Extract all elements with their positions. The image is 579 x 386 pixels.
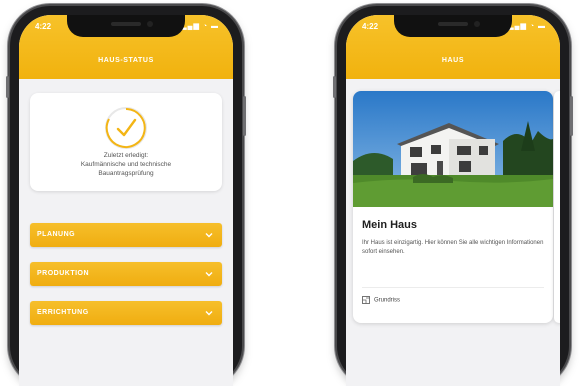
- power-button: [243, 96, 246, 136]
- power-button: [570, 96, 573, 136]
- last-done-label: Zuletzt erledigt:: [103, 152, 149, 159]
- phone-left: 4:22 ▂▄▆ ◔ ▬ HAUS-STATUS Zuletzt erledig…: [6, 6, 246, 386]
- accordion-planung[interactable]: PLANUNG: [30, 223, 222, 247]
- screen-left: 4:22 ▂▄▆ ◔ ▬ HAUS-STATUS Zuletzt erledig…: [19, 15, 233, 386]
- last-done-item-line1: Kaufmännische und technische: [80, 161, 172, 168]
- page-title: HAUS-STATUS: [98, 57, 154, 64]
- status-time: 4:22: [35, 22, 52, 31]
- house-photo: [353, 91, 553, 207]
- card-description: Ihr Haus ist einzigartig. Hier können Si…: [362, 240, 544, 255]
- status-time: 4:22: [362, 22, 379, 31]
- phone-right: 4:22 ▂▄▆ ◔ ▬ HAUS Mein Haus Ihr Haus ist…: [333, 6, 573, 386]
- status-card: Zuletzt erledigt: Kaufmännische und tech…: [30, 93, 222, 191]
- page-title: HAUS: [441, 57, 465, 64]
- screen-right: 4:22 ▂▄▆ ◔ ▬ HAUS Mein Haus Ihr Haus ist…: [346, 15, 560, 386]
- status-icons: ▂▄▆ ◔ ▬: [181, 23, 219, 30]
- floorplan-icon: [362, 296, 370, 304]
- card-title: Mein Haus: [362, 219, 418, 231]
- chevron-down-icon: [205, 233, 213, 238]
- notch: [67, 15, 185, 37]
- accordion-label: PLANUNG: [37, 231, 76, 238]
- floorplan-link[interactable]: Grundriss: [362, 296, 400, 304]
- next-card-peek[interactable]: [554, 91, 560, 323]
- floorplan-link-label: Grundriss: [374, 297, 401, 304]
- chevron-down-icon: [205, 272, 213, 277]
- house-card[interactable]: Mein Haus Ihr Haus ist einzigartig. Hier…: [353, 91, 553, 323]
- volume-button: [333, 76, 336, 98]
- volume-button: [6, 76, 9, 98]
- progress-ring: [105, 107, 147, 149]
- accordion-label: PRODUKTION: [37, 270, 90, 277]
- chevron-down-icon: [205, 311, 213, 316]
- last-done-text: Zuletzt erledigt: Kaufmännische und tech…: [38, 151, 214, 178]
- last-done-item-line2: Bauantragsprüfung: [98, 170, 154, 177]
- checkmark-icon: [105, 108, 146, 148]
- accordion-produktion[interactable]: PRODUKTION: [30, 262, 222, 286]
- accordion-errichtung[interactable]: ERRICHTUNG: [30, 301, 222, 325]
- status-icons: ▂▄▆ ◔ ▬: [508, 23, 546, 30]
- notch: [394, 15, 512, 37]
- divider: [362, 287, 544, 288]
- accordion-label: ERRICHTUNG: [37, 309, 89, 316]
